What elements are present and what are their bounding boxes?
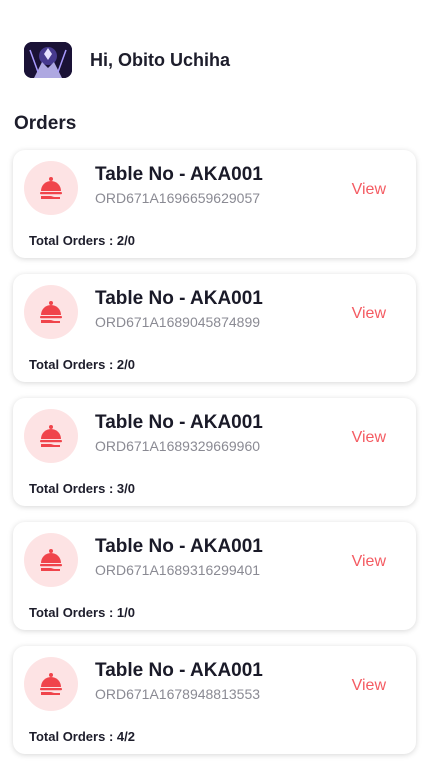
- view-button[interactable]: View: [352, 677, 386, 695]
- view-button[interactable]: View: [352, 553, 386, 571]
- total-orders: Total Orders : 4/2: [29, 729, 135, 744]
- total-orders: Total Orders : 2/0: [29, 233, 135, 248]
- avatar[interactable]: [24, 42, 72, 78]
- greeting-text: Hi, Obito Uchiha: [90, 49, 231, 70]
- order-card[interactable]: Table No - AKA001 ORD671A1696659629057 V…: [13, 150, 416, 258]
- table-number: Table No - AKA001: [95, 288, 263, 309]
- total-orders: Total Orders : 1/0: [29, 605, 135, 620]
- order-id: ORD671A1678948813553: [95, 686, 261, 702]
- order-id: ORD671A1696659629057: [95, 190, 261, 206]
- order-id: ORD671A1689316299401: [95, 562, 261, 578]
- orders-heading: Orders: [14, 113, 77, 134]
- table-number: Table No - AKA001: [95, 536, 263, 557]
- app-header: Hi, Obito Uchiha: [24, 42, 230, 78]
- table-number: Table No - AKA001: [95, 164, 263, 185]
- table-number: Table No - AKA001: [95, 660, 263, 681]
- total-orders: Total Orders : 3/0: [29, 481, 135, 496]
- order-card[interactable]: Table No - AKA001 ORD671A1689045874899 V…: [13, 274, 416, 382]
- food-cloche-icon: [24, 285, 78, 339]
- order-id: ORD671A1689045874899: [95, 314, 261, 330]
- table-number: Table No - AKA001: [95, 412, 263, 433]
- order-card[interactable]: Table No - AKA001 ORD671A1689316299401 V…: [13, 522, 416, 630]
- view-button[interactable]: View: [352, 429, 386, 447]
- order-card[interactable]: Table No - AKA001 ORD671A1689329669960 V…: [13, 398, 416, 506]
- food-cloche-icon: [24, 161, 78, 215]
- view-button[interactable]: View: [352, 181, 386, 199]
- view-button[interactable]: View: [352, 305, 386, 323]
- food-cloche-icon: [24, 533, 78, 587]
- food-cloche-icon: [24, 409, 78, 463]
- food-cloche-icon: [24, 657, 78, 711]
- order-card[interactable]: Table No - AKA001 ORD671A1678948813553 V…: [13, 646, 416, 754]
- avatar-image: [24, 42, 72, 78]
- orders-list: Table No - AKA001 ORD671A1696659629057 V…: [13, 150, 416, 770]
- total-orders: Total Orders : 2/0: [29, 357, 135, 372]
- order-id: ORD671A1689329669960: [95, 438, 261, 454]
